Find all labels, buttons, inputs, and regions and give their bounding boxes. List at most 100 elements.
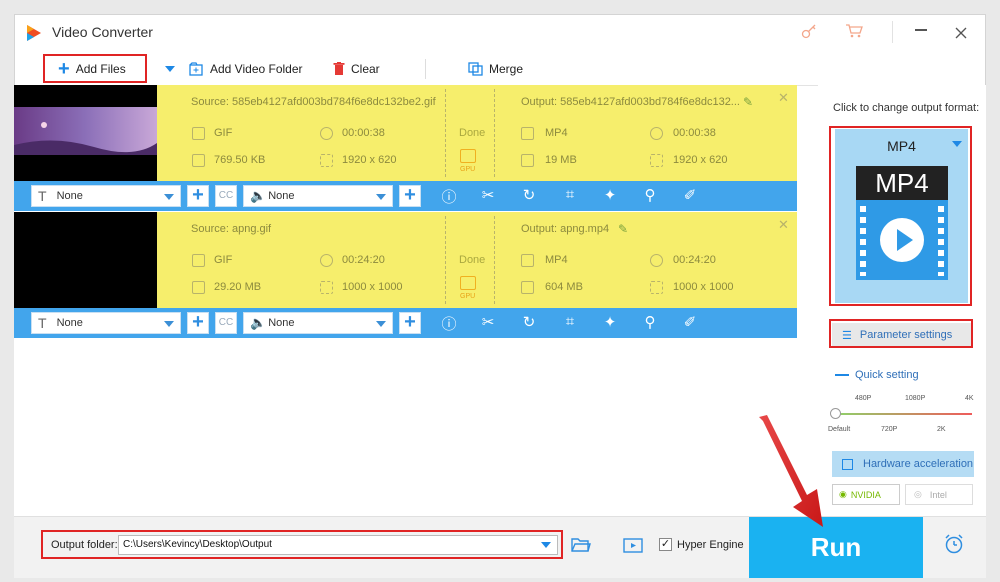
alarm-clock-icon[interactable] bbox=[943, 533, 965, 555]
output-filename: Output: apng.mp4 bbox=[521, 223, 610, 235]
output-format-selector[interactable]: MP4 MP4 bbox=[835, 129, 968, 303]
item-controls-bar: T None + CC 🔈 None + ⓘ ✂ ↻ ⌗ ✦ ⚲ ✐ bbox=[14, 181, 797, 211]
format-icon bbox=[192, 254, 205, 267]
gpu-chip-icon bbox=[460, 276, 476, 290]
source-format: GIF bbox=[214, 127, 233, 139]
quick-setting-header: Quick setting bbox=[835, 369, 919, 381]
merge-label: Merge bbox=[489, 62, 524, 76]
caret-down-icon bbox=[952, 141, 962, 147]
source-filename: Source: 585eb4127afd003bd784f6e8dc132be2… bbox=[191, 96, 436, 108]
open-folder-icon[interactable] bbox=[571, 537, 591, 552]
output-sidebar: Click to change output format: MP4 MP4 ☰… bbox=[818, 85, 986, 516]
title-bar: Video Converter bbox=[15, 15, 985, 51]
text-icon: T bbox=[38, 188, 47, 204]
video-thumbnail[interactable] bbox=[14, 212, 157, 308]
add-subtitle-button[interactable]: + bbox=[187, 312, 209, 334]
close-icon[interactable] bbox=[955, 27, 967, 39]
chip-icon bbox=[842, 458, 853, 470]
file-row[interactable]: Source: 585eb4127afd003bd784f6e8dc132be2… bbox=[14, 85, 797, 181]
gpu-chip-icon bbox=[460, 149, 476, 163]
add-audio-button[interactable]: + bbox=[399, 185, 421, 207]
add-files-label: Add Files bbox=[75, 62, 126, 76]
nvidia-option[interactable]: ◉ NVIDIA bbox=[832, 484, 900, 505]
quality-slider[interactable]: 480P 1080P 4K Default 720P 2K bbox=[818, 395, 986, 435]
cart-icon[interactable] bbox=[845, 23, 863, 39]
add-files-dropdown[interactable] bbox=[165, 52, 175, 86]
speaker-icon: 🔈 bbox=[250, 188, 267, 203]
remove-item-icon[interactable]: ✕ bbox=[778, 217, 789, 233]
sliders-icon: ☰ bbox=[842, 329, 852, 342]
info-icon[interactable]: ⓘ bbox=[439, 186, 459, 207]
status-done: Done bbox=[459, 127, 486, 139]
output-resolution: 1000 x 1000 bbox=[673, 281, 734, 293]
clear-button[interactable]: Clear bbox=[333, 52, 380, 86]
output-resolution: 1920 x 620 bbox=[673, 154, 728, 166]
format-icon bbox=[521, 127, 534, 140]
subtitle-select[interactable]: T None bbox=[31, 185, 181, 207]
info-icon[interactable]: ⓘ bbox=[439, 313, 459, 334]
add-subtitle-button[interactable]: + bbox=[187, 185, 209, 207]
watermark-icon[interactable]: ⚲ bbox=[640, 186, 660, 204]
watermark-icon[interactable]: ⚲ bbox=[640, 313, 660, 331]
add-audio-button[interactable]: + bbox=[399, 312, 421, 334]
hyper-engine-checkbox[interactable]: ✓ bbox=[659, 538, 672, 551]
resolution-icon bbox=[320, 281, 333, 294]
text-icon: T bbox=[38, 315, 47, 331]
play-icon bbox=[880, 218, 924, 262]
effect-wand-icon[interactable]: ✦ bbox=[600, 186, 620, 204]
video-folder-icon[interactable] bbox=[623, 537, 643, 553]
parameter-settings-button[interactable]: ☰ Parameter settings bbox=[832, 323, 972, 347]
add-files-button[interactable]: + Add Files bbox=[58, 52, 126, 86]
app-logo-icon bbox=[27, 25, 41, 41]
minimize-button[interactable] bbox=[915, 29, 927, 31]
clear-label: Clear bbox=[351, 62, 380, 76]
cut-icon[interactable]: ✂ bbox=[478, 186, 498, 204]
effect-wand-icon[interactable]: ✦ bbox=[600, 313, 620, 331]
source-filename: Source: apng.gif bbox=[191, 223, 272, 235]
intel-logo-icon: ◎ bbox=[914, 489, 922, 499]
edit-icon[interactable]: ✐ bbox=[680, 313, 700, 331]
remove-item-icon[interactable]: ✕ bbox=[778, 90, 789, 106]
clock-icon bbox=[650, 127, 663, 140]
item-controls-bar: T None + CC 🔈 None + ⓘ ✂ ↻ ⌗ ✦ ⚲ ✐ bbox=[14, 308, 797, 338]
cc-icon[interactable]: CC bbox=[215, 185, 237, 207]
audio-select[interactable]: 🔈 None bbox=[243, 185, 393, 207]
edit-output-name-icon[interactable]: ✎ bbox=[618, 222, 628, 236]
rotate-icon[interactable]: ↻ bbox=[519, 313, 539, 331]
output-format-hint: Click to change output format: bbox=[833, 102, 980, 114]
edit-output-name-icon[interactable]: ✎ bbox=[743, 95, 753, 109]
source-size: 29.20 MB bbox=[214, 281, 262, 293]
rotate-icon[interactable]: ↻ bbox=[519, 186, 539, 204]
format-icon bbox=[192, 127, 205, 140]
audio-select[interactable]: 🔈 None bbox=[243, 312, 393, 334]
merge-button[interactable]: Merge bbox=[468, 52, 523, 86]
edit-icon[interactable]: ✐ bbox=[680, 186, 700, 204]
intel-option[interactable]: ◎ Intel bbox=[905, 484, 973, 505]
annotation-arrow bbox=[759, 415, 823, 527]
resolution-icon bbox=[320, 154, 333, 167]
folder-icon bbox=[521, 281, 534, 294]
caret-down-icon bbox=[165, 66, 175, 72]
subtitle-select[interactable]: T None bbox=[31, 312, 181, 334]
hardware-acceleration-button[interactable]: Hardware acceleration bbox=[832, 451, 974, 477]
add-video-folder-button[interactable]: Add Video Folder bbox=[189, 52, 303, 86]
cut-icon[interactable]: ✂ bbox=[478, 313, 498, 331]
crop-icon[interactable]: ⌗ bbox=[560, 313, 580, 330]
caret-down-icon bbox=[541, 542, 551, 548]
output-folder-select[interactable]: C:\Users\Kevincy\Desktop\Output bbox=[118, 535, 558, 555]
video-thumbnail[interactable] bbox=[14, 85, 157, 181]
add-video-folder-label: Add Video Folder bbox=[210, 62, 303, 76]
output-format-name: MP4 bbox=[887, 138, 916, 154]
clock-icon bbox=[650, 254, 663, 267]
key-icon[interactable] bbox=[801, 23, 817, 39]
file-row[interactable]: Source: apng.gif GIF 00:24:20 29.20 MB 1… bbox=[14, 212, 797, 308]
cc-icon[interactable]: CC bbox=[215, 312, 237, 334]
crop-icon[interactable]: ⌗ bbox=[560, 186, 580, 203]
speaker-icon: 🔈 bbox=[250, 315, 267, 330]
mp4-format-icon: MP4 bbox=[856, 166, 948, 280]
folder-icon bbox=[192, 281, 205, 294]
resolution-icon bbox=[650, 281, 663, 294]
resolution-icon bbox=[650, 154, 663, 167]
folder-plus-icon bbox=[189, 62, 203, 76]
output-duration: 00:24:20 bbox=[673, 254, 716, 266]
